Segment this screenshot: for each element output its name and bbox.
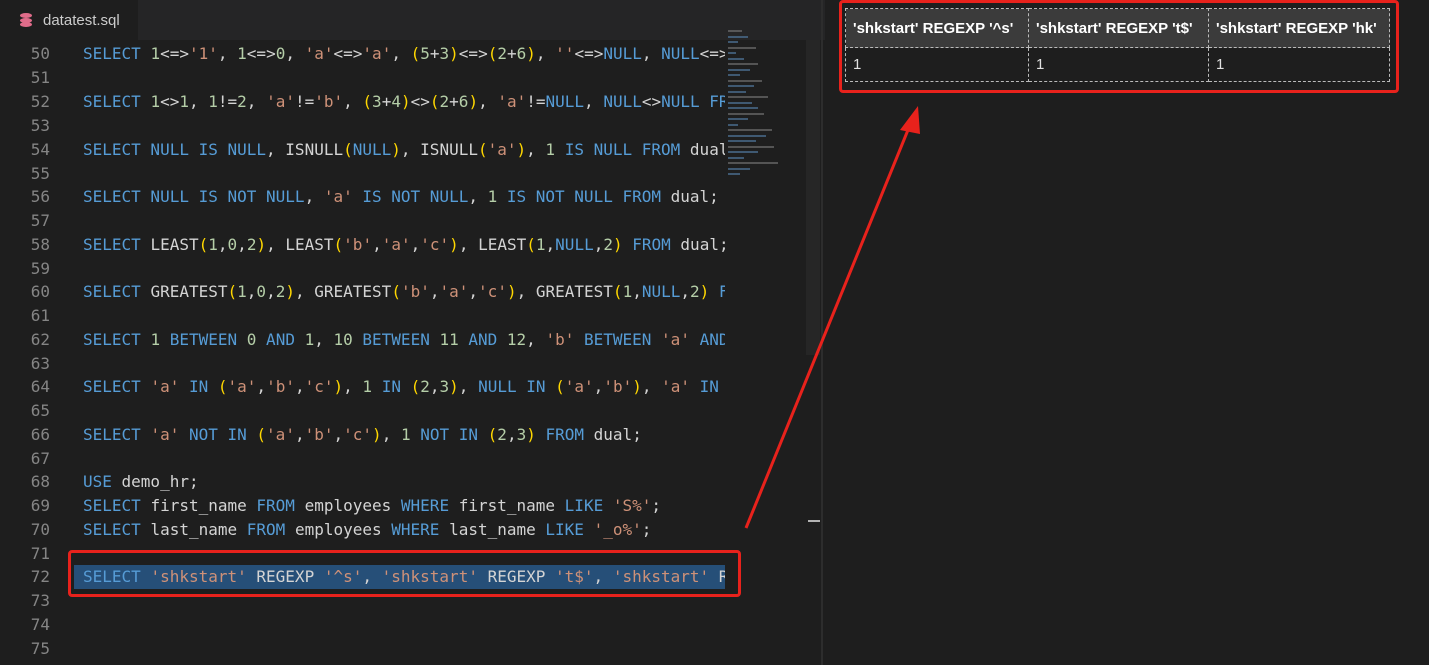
- arrow-head: [900, 106, 920, 134]
- annotation-arrow: [744, 106, 920, 529]
- arrow-line: [744, 124, 912, 529]
